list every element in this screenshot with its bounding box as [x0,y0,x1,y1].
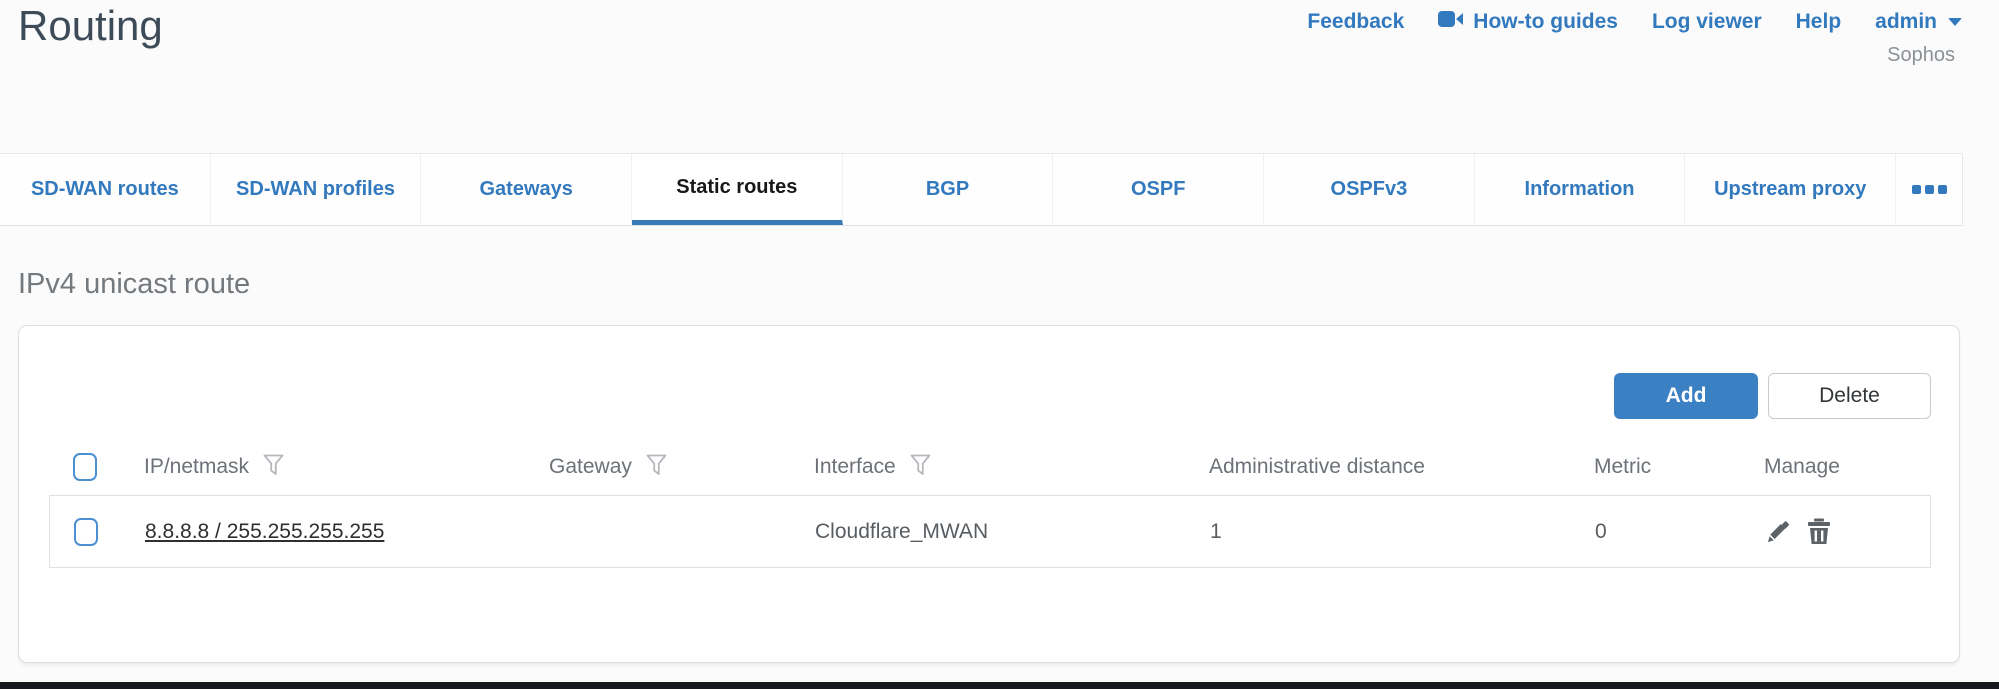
chevron-down-icon [1948,18,1962,26]
tab-upstream-proxy[interactable]: Upstream proxy [1685,154,1896,225]
section-title: IPv4 unicast route [18,268,250,301]
column-header-admin-distance: Administrative distance [1209,455,1425,479]
column-header-interface: Interface [814,455,896,479]
filter-icon[interactable] [263,454,284,484]
table-toolbar: Add Delete [1614,373,1931,419]
filter-icon[interactable] [910,454,931,484]
tab-sdwan-profiles[interactable]: SD-WAN profiles [211,154,422,225]
metric-cell: 0 [1595,520,1765,544]
tab-information[interactable]: Information [1475,154,1686,225]
route-link[interactable]: 8.8.8.8 / 255.255.255.255 [145,520,384,543]
howto-guides-link[interactable]: How-to guides [1438,10,1618,34]
column-header-manage: Manage [1764,455,1840,479]
filter-icon[interactable] [646,454,667,484]
select-all-checkbox[interactable] [73,453,97,481]
delete-button[interactable]: Delete [1768,373,1931,419]
tab-ospf[interactable]: OSPF [1053,154,1264,225]
howto-guides-label: How-to guides [1473,10,1618,34]
feedback-link[interactable]: Feedback [1307,10,1404,34]
column-header-gateway: Gateway [549,455,632,479]
tab-sdwan-routes[interactable]: SD-WAN routes [0,154,211,225]
log-viewer-link[interactable]: Log viewer [1652,10,1762,34]
static-routes-card: Add Delete IP/netmask Gateway Interface … [18,325,1960,663]
add-button[interactable]: Add [1614,373,1758,419]
bottom-strip [0,682,1999,689]
help-link[interactable]: Help [1796,10,1842,34]
table-row: 8.8.8.8 / 255.255.255.255 Cloudflare_MWA… [49,495,1931,568]
tab-bar: SD-WAN routes SD-WAN profiles Gateways S… [0,153,1963,226]
tab-static-routes[interactable]: Static routes [632,154,843,225]
admin-distance-cell: 1 [1210,520,1595,544]
page-title: Routing [18,2,163,50]
tab-bgp[interactable]: BGP [843,154,1054,225]
page-header: Routing Feedback How-to guides Log viewe… [0,0,1999,153]
row-checkbox[interactable] [74,518,98,546]
tab-ospfv3[interactable]: OSPFv3 [1264,154,1475,225]
ellipsis-icon [1925,185,1934,194]
tab-gateways[interactable]: Gateways [421,154,632,225]
delete-icon[interactable] [1807,518,1831,545]
user-menu-label: admin [1875,10,1937,34]
edit-icon[interactable] [1765,519,1791,545]
ellipsis-icon [1912,185,1921,194]
table-header-row: IP/netmask Gateway Interface Administrat… [49,439,1931,495]
column-header-metric: Metric [1594,455,1651,479]
user-menu[interactable]: admin [1875,10,1962,34]
video-camera-icon [1438,10,1464,34]
top-nav: Feedback How-to guides Log viewer Help a… [1307,10,1962,34]
brand-label: Sophos [1887,44,1955,67]
column-header-ip-netmask: IP/netmask [144,455,249,479]
more-tabs-button[interactable] [1896,154,1962,225]
interface-cell: Cloudflare_MWAN [815,520,1210,544]
ellipsis-icon [1938,185,1947,194]
